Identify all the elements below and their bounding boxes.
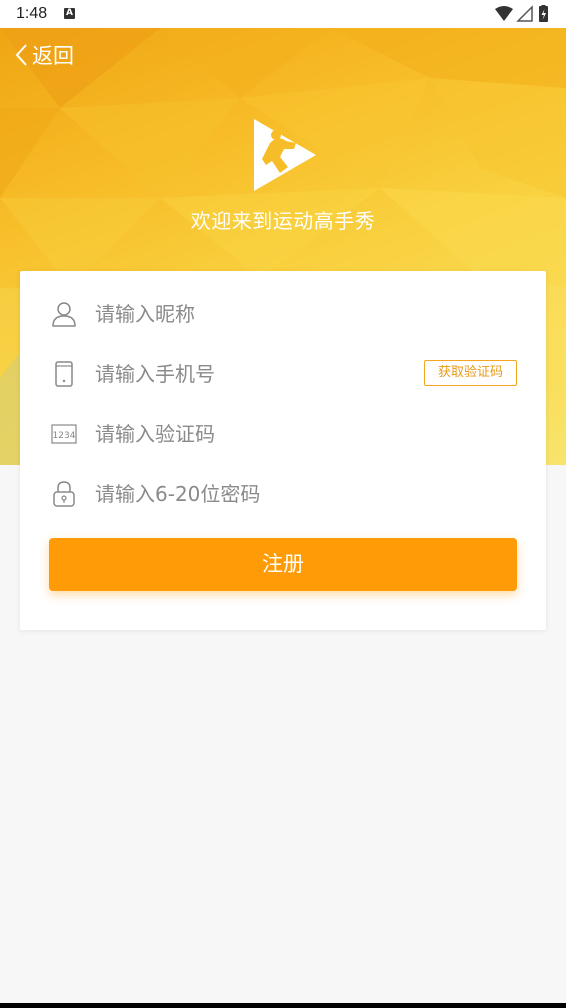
user-icon [52, 302, 76, 327]
battery-charging-icon [539, 5, 548, 22]
nickname-field-row [20, 284, 546, 344]
lock-icon [53, 481, 75, 507]
wifi-icon [495, 6, 513, 21]
register-form-card: 获取验证码 1234 注册 [20, 271, 546, 630]
status-time: 1:48 [16, 5, 48, 22]
status-icons [494, 5, 552, 23]
navigation-bar [0, 1003, 566, 1008]
chevron-left-icon [15, 44, 27, 66]
code-field-row: 1234 [20, 404, 546, 464]
welcome-text: 欢迎来到运动高手秀 [190, 209, 376, 233]
a-icon: A [64, 8, 75, 19]
back-label: 返回 [32, 44, 74, 68]
register-button[interactable]: 注册 [49, 538, 517, 591]
back-button[interactable]: 返回 [14, 40, 74, 70]
svg-text:1234: 1234 [53, 431, 76, 441]
phone-icon [55, 361, 73, 387]
password-field-row [20, 464, 546, 524]
nickname-input[interactable] [95, 297, 395, 331]
sport-logo-icon [254, 119, 316, 191]
status-bar: 1:48 A [0, 0, 566, 28]
code-1234-icon: 1234 [51, 424, 77, 444]
code-input[interactable] [95, 417, 395, 451]
get-code-button[interactable]: 获取验证码 [424, 360, 517, 386]
signal-icon [516, 5, 533, 22]
password-input[interactable] [95, 477, 395, 511]
phone-input[interactable] [95, 357, 395, 391]
